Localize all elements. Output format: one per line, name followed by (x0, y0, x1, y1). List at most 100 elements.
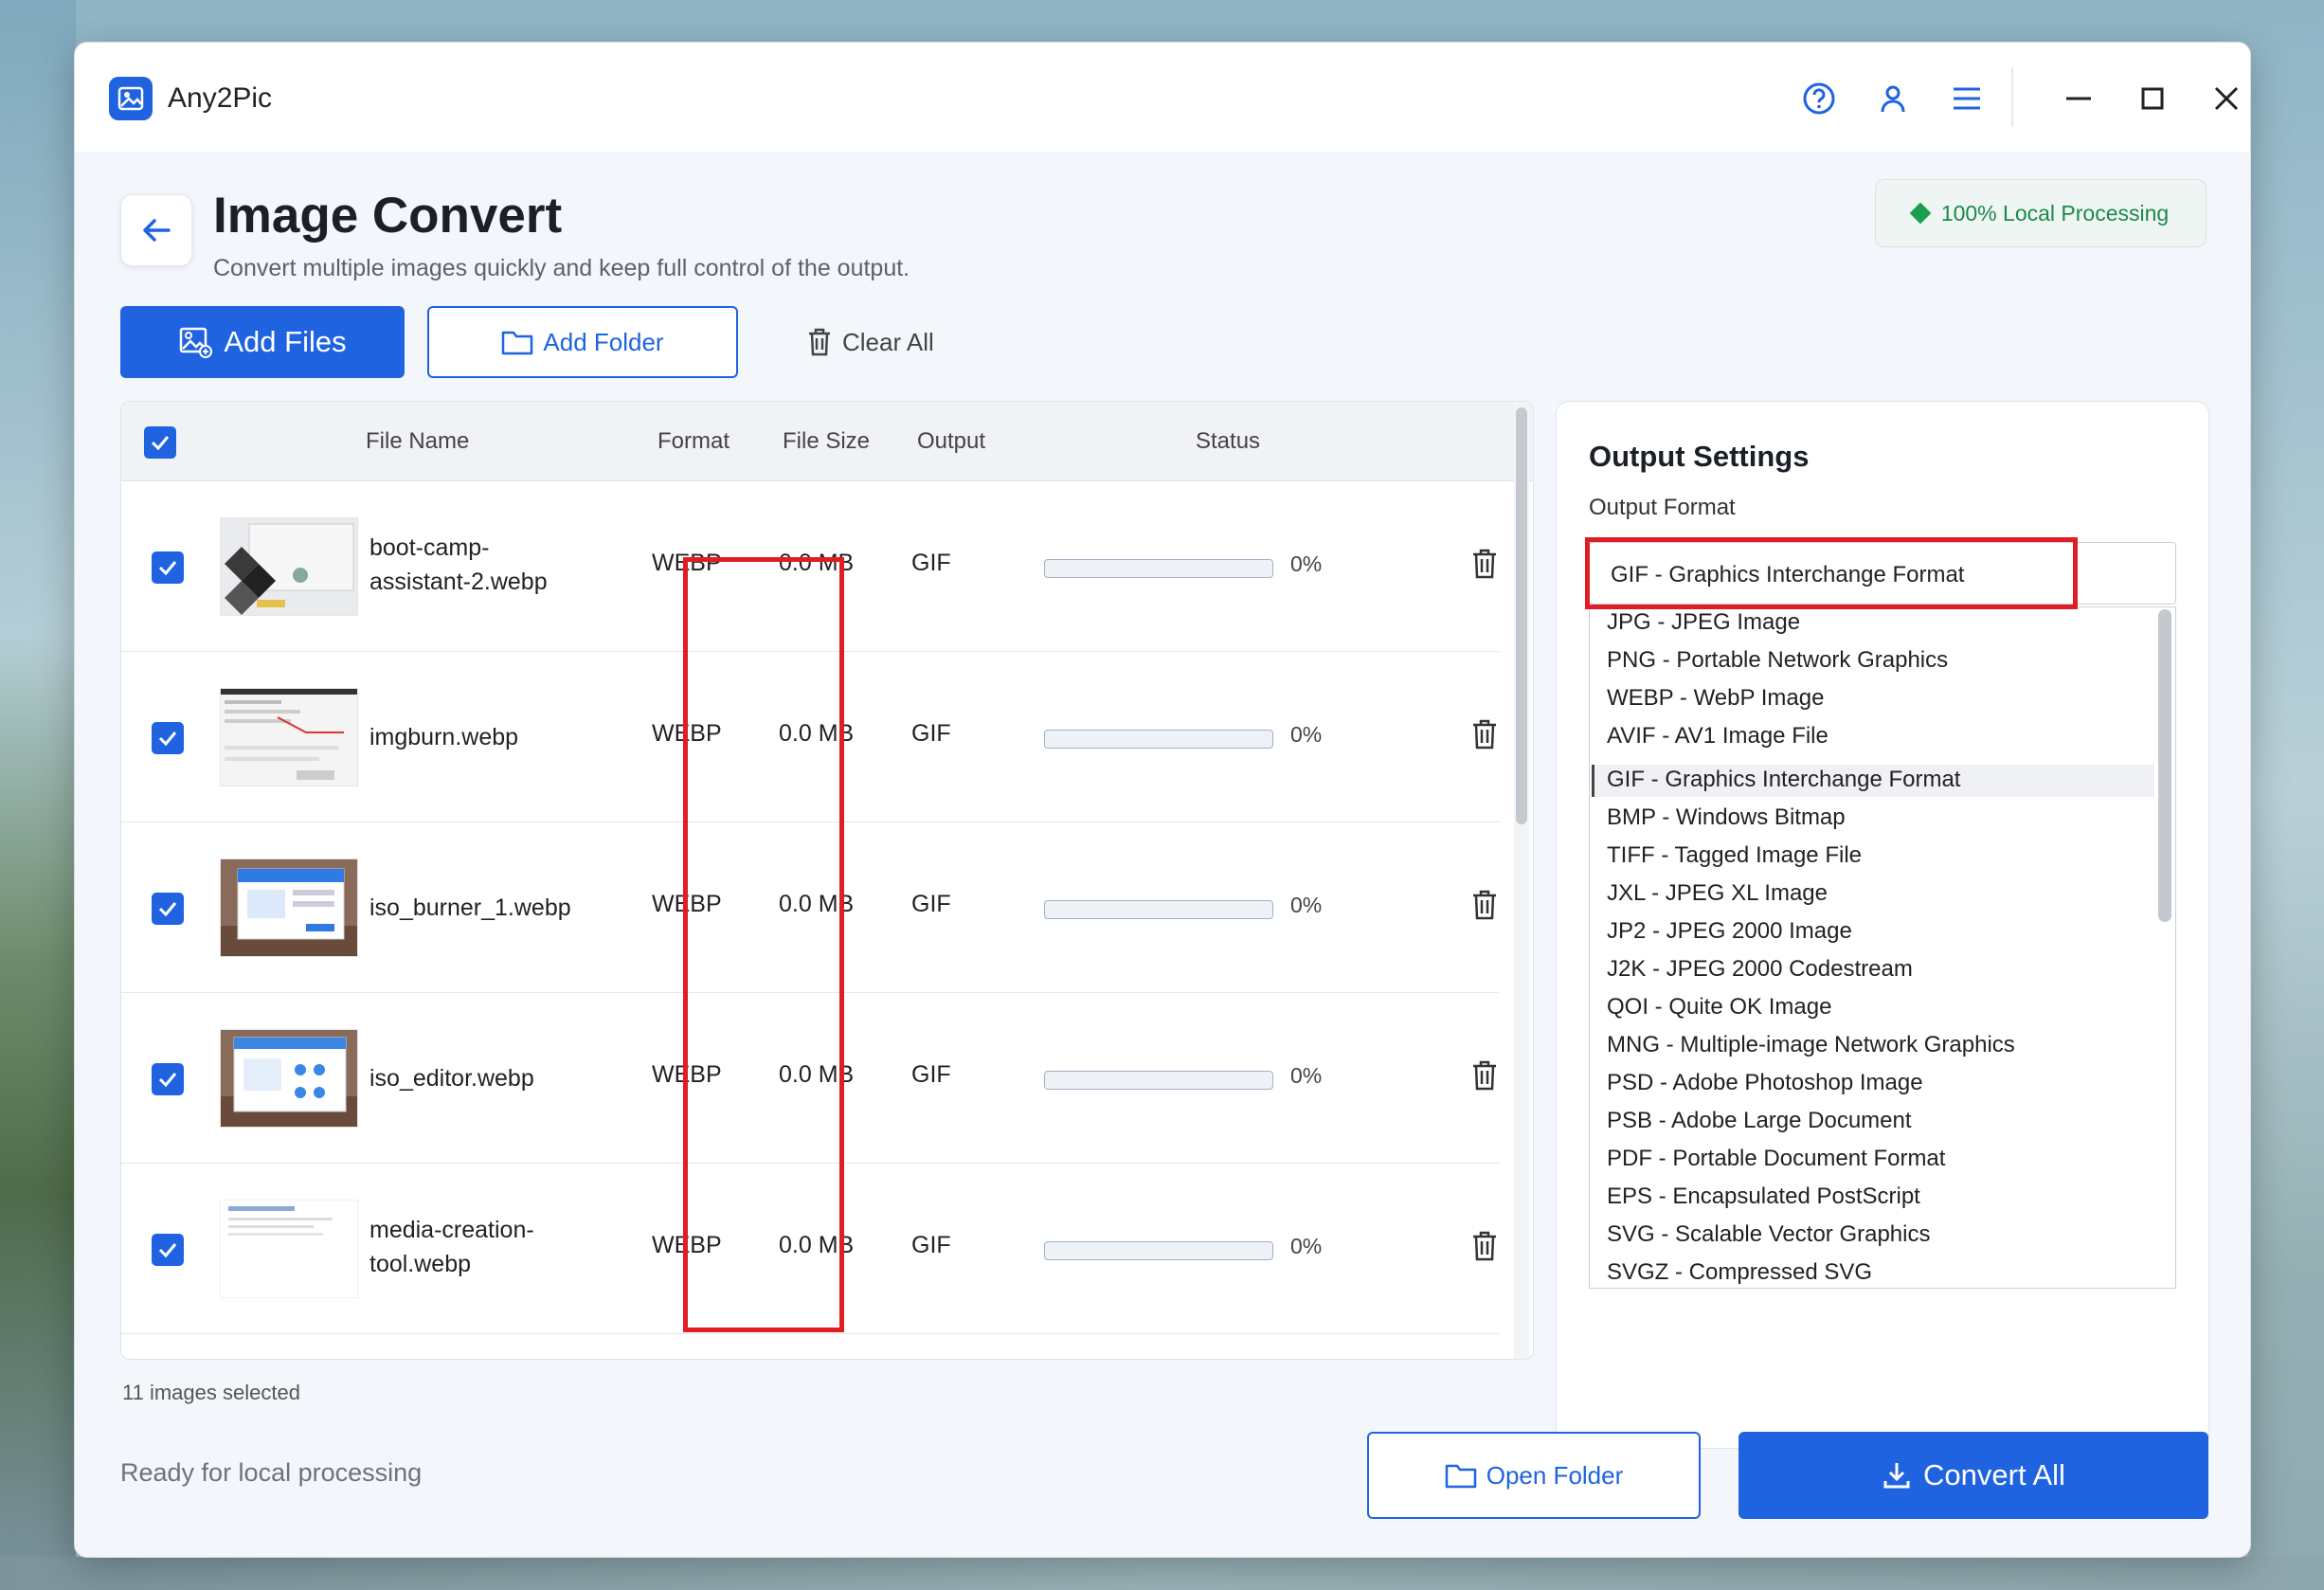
user-icon[interactable] (1871, 77, 1915, 120)
column-file-name[interactable]: File Name (366, 428, 469, 455)
settings-title: Output Settings (1589, 440, 1810, 473)
add-image-icon (180, 327, 213, 358)
table-header: File Name Format File Size Output Status (121, 402, 1533, 481)
local-processing-badge: 100% Local Processing (1875, 179, 2207, 247)
delete-icon[interactable] (1470, 1059, 1499, 1092)
add-folder-button[interactable]: Add Folder (427, 306, 738, 378)
output-format-label: Output Format (1589, 495, 1736, 520)
dropdown-option[interactable]: EPS - Encapsulated PostScript (1607, 1183, 1920, 1210)
dropdown-option[interactable]: QOI - Quite OK Image (1607, 994, 1831, 1021)
open-folder-label: Open Folder (1486, 1460, 1624, 1490)
progress-bar (1044, 900, 1273, 919)
file-name: iso_editor.webp (369, 1065, 534, 1092)
dropdown-option[interactable]: MNG - Multiple-image Network Graphics (1607, 1032, 2015, 1058)
clear-all-button[interactable]: Clear All (806, 317, 934, 367)
convert-all-button[interactable]: Convert All (1738, 1432, 2208, 1519)
trash-icon (809, 328, 830, 356)
dropdown-option[interactable]: BMP - Windows Bitmap (1607, 804, 1846, 831)
row-checkbox[interactable] (152, 551, 184, 584)
column-status[interactable]: Status (1196, 428, 1260, 455)
delete-icon[interactable] (1470, 548, 1499, 580)
output-format: GIF (911, 1232, 951, 1258)
file-name: media-creation- tool.webp (369, 1217, 534, 1277)
file-name: iso_burner_1.webp (369, 894, 571, 921)
progress-percent: 0% (1290, 551, 1323, 576)
desktop-background-bottom (0, 1557, 2324, 1590)
delete-icon[interactable] (1470, 889, 1499, 921)
progress-bar (1044, 1071, 1273, 1090)
output-format-dropdown: JPG - JPEG Image PNG - Portable Network … (1589, 606, 2176, 1289)
row-checkbox[interactable] (152, 1063, 184, 1095)
open-folder-button[interactable]: Open Folder (1367, 1432, 1701, 1519)
table-scrollbar-thumb[interactable] (1516, 407, 1527, 824)
dropdown-option[interactable]: JPG - JPEG Image (1607, 609, 1800, 636)
row-checkbox[interactable] (152, 893, 184, 925)
progress-bar (1044, 730, 1273, 749)
dropdown-option[interactable]: PDF - Portable Document Format (1607, 1146, 1945, 1172)
dropdown-option[interactable]: SVGZ - Compressed SVG (1607, 1259, 1872, 1286)
output-format: GIF (911, 891, 951, 917)
app-logo-icon (109, 77, 153, 120)
dropdown-option[interactable]: J2K - JPEG 2000 Codestream (1607, 956, 1913, 983)
dropdown-option-selected[interactable]: GIF - Graphics Interchange Format (1607, 767, 1960, 793)
dropdown-option[interactable]: SVG - Scalable Vector Graphics (1607, 1221, 1930, 1248)
badge-label: 100% Local Processing (1940, 200, 2170, 226)
desktop-background-left (0, 0, 76, 1590)
select-all-checkbox[interactable] (144, 426, 176, 459)
output-format: GIF (911, 720, 951, 747)
check-icon (151, 436, 170, 451)
row-checkbox[interactable] (152, 722, 184, 754)
progress-bar (1044, 1241, 1273, 1260)
progress-percent: 0% (1290, 1234, 1323, 1258)
add-files-button[interactable]: Add Files (120, 306, 405, 378)
titlebar-separator (2011, 67, 2013, 126)
column-format[interactable]: Format (658, 428, 730, 455)
selected-count: 11 images selected (122, 1381, 300, 1404)
output-format: GIF (911, 1061, 951, 1088)
desktop-background-right (2248, 0, 2324, 1590)
dropdown-option[interactable]: WEBP - WebP Image (1607, 685, 1824, 712)
menu-icon[interactable] (1945, 77, 1989, 120)
dropdown-option[interactable]: PSD - Adobe Photoshop Image (1607, 1070, 1923, 1096)
column-output[interactable]: Output (917, 428, 985, 455)
dropdown-option[interactable]: TIFF - Tagged Image File (1607, 842, 1862, 869)
check-icon (158, 561, 177, 576)
back-button[interactable] (120, 194, 192, 266)
folder-icon (502, 331, 533, 355)
minimize-icon[interactable] (2057, 77, 2100, 120)
check-icon (158, 902, 177, 917)
help-icon[interactable] (1797, 77, 1841, 120)
dropdown-option[interactable]: JXL - JPEG XL Image (1607, 880, 1828, 907)
progress-bar (1044, 559, 1273, 578)
dropdown-option[interactable]: JP2 - JPEG 2000 Image (1607, 918, 1852, 945)
close-icon[interactable] (2205, 77, 2248, 120)
dropdown-scrollbar-thumb[interactable] (2158, 609, 2171, 922)
dropdown-option[interactable]: PNG - Portable Network Graphics (1607, 647, 1948, 674)
file-thumbnail (220, 517, 358, 616)
delete-icon[interactable] (1470, 718, 1499, 750)
folder-icon (1445, 1464, 1476, 1489)
file-thumbnail (220, 858, 358, 957)
app-name: Any2Pic (168, 82, 273, 114)
dropdown-option[interactable]: AVIF - AV1 Image File (1607, 723, 1829, 750)
check-icon (158, 732, 177, 747)
output-format-highlight (1585, 537, 2078, 609)
delete-icon[interactable] (1470, 1230, 1499, 1262)
status-text: Ready for local processing (120, 1458, 423, 1487)
row-checkbox[interactable] (152, 1234, 184, 1266)
page-subtitle: Convert multiple images quickly and keep… (213, 255, 910, 281)
file-thumbnail (220, 1200, 358, 1298)
check-icon (158, 1243, 177, 1258)
maximize-icon[interactable] (2131, 77, 2174, 120)
convert-all-label: Convert All (1923, 1458, 2065, 1491)
file-thumbnail (220, 688, 358, 786)
clear-all-label: Clear All (842, 327, 934, 356)
add-files-label: Add Files (224, 325, 347, 358)
check-icon (158, 1073, 177, 1088)
title-bar: Any2Pic (75, 43, 2250, 152)
file-name: boot-camp- assistant-2.webp (369, 534, 548, 595)
column-file-size[interactable]: File Size (783, 428, 870, 455)
dropdown-option[interactable]: PSB - Adobe Large Document (1607, 1108, 1912, 1134)
format-column-highlight (683, 557, 844, 1332)
app-window: Any2Pic Image Convert Convert multiple i… (74, 42, 2251, 1558)
